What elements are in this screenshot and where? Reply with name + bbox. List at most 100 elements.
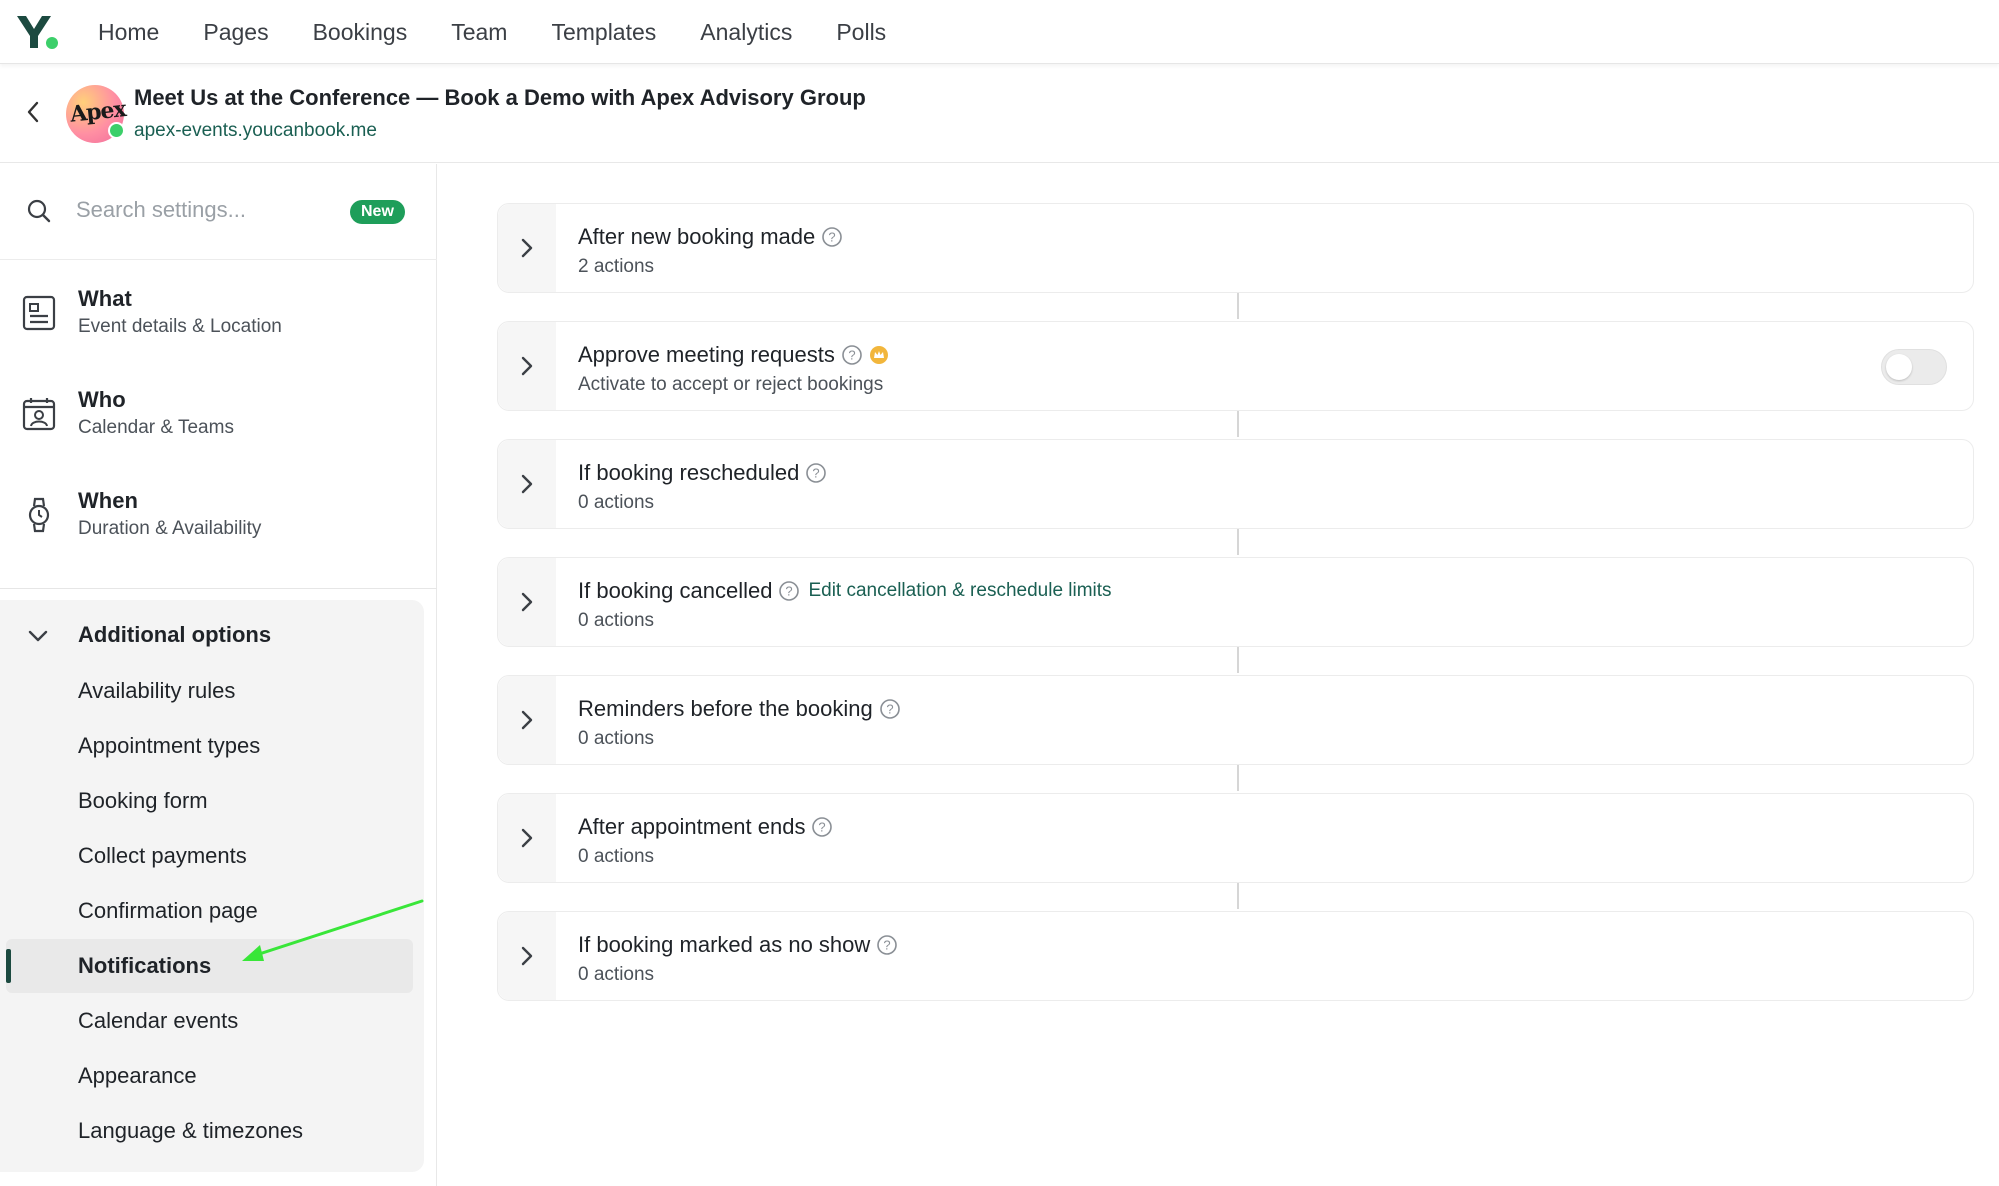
card-title: If booking cancelled (578, 578, 773, 603)
page-title: Meet Us at the Conference — Book a Demo … (134, 85, 866, 110)
svg-text:?: ? (786, 584, 793, 599)
section-title: When (78, 488, 138, 513)
search-icon (27, 199, 51, 223)
notification-card-new-booking[interactable]: After new booking made ? 2 actions (497, 203, 1974, 293)
sidebar-item-notifications[interactable]: Notifications (6, 939, 413, 993)
expand-button[interactable] (498, 204, 556, 292)
nav-templates[interactable]: Templates (551, 19, 656, 46)
sidebar-item-appearance[interactable]: Appearance (6, 1049, 413, 1103)
card-title: Reminders before the booking (578, 696, 873, 721)
sidebar-item-availability-rules[interactable]: Availability rules (6, 664, 413, 718)
svg-text:?: ? (886, 702, 893, 717)
edit-cancellation-limits-link[interactable]: Edit cancellation & reschedule limits (808, 580, 1111, 602)
nav-team[interactable]: Team (451, 19, 507, 46)
expand-button[interactable] (498, 676, 556, 764)
chevron-right-icon (521, 474, 533, 494)
new-badge: New (350, 200, 405, 224)
help-icon[interactable]: ? (811, 816, 833, 838)
notifications-panel: After new booking made ? 2 actions Appro… (438, 164, 1999, 1186)
sidebar-item-appointment-types[interactable]: Appointment types (6, 719, 413, 773)
chevron-right-icon (521, 828, 533, 848)
svg-text:?: ? (819, 820, 826, 835)
sidebar-item-label: Booking form (78, 788, 208, 813)
chevron-left-icon (27, 101, 39, 123)
chevron-right-icon (521, 592, 533, 612)
flow-connector (1237, 292, 1239, 319)
section-title: Who (78, 387, 126, 412)
card-subtitle: 0 actions (578, 492, 655, 513)
notification-card-reminders[interactable]: Reminders before the booking ? 0 actions (497, 675, 1974, 765)
sidebar-section-who[interactable]: Who Calendar & Teams (0, 367, 437, 463)
page-url-link[interactable]: apex-events.youcanbook.me (134, 120, 377, 142)
help-icon[interactable]: ? (805, 462, 827, 484)
help-icon[interactable]: ? (841, 344, 863, 366)
section-subtitle: Calendar & Teams (78, 417, 234, 438)
sidebar-item-label: Notifications (78, 953, 212, 978)
sidebar-item-calendar-events[interactable]: Calendar events (6, 994, 413, 1048)
flow-connector (1237, 882, 1239, 909)
sidebar-section-what[interactable]: What Event details & Location (0, 266, 437, 362)
sidebar-section-when[interactable]: When Duration & Availability (0, 468, 437, 564)
nav-analytics[interactable]: Analytics (700, 19, 792, 46)
page-header: Apex Meet Us at the Conference — Book a … (0, 65, 1999, 163)
card-subtitle: 2 actions (578, 256, 655, 277)
sidebar-item-booking-form[interactable]: Booking form (6, 774, 413, 828)
approve-requests-toggle[interactable] (1881, 349, 1947, 385)
chevron-down-icon (28, 630, 48, 642)
help-icon[interactable]: ? (879, 698, 901, 720)
top-navigation: Home Pages Bookings Team Templates Analy… (0, 0, 1999, 64)
notification-card-approve-requests[interactable]: Approve meeting requests ? Activate to a… (497, 321, 1974, 411)
card-subtitle: Activate to accept or reject bookings (578, 374, 884, 395)
chevron-right-icon (521, 356, 533, 376)
additional-options-title: Additional options (78, 622, 272, 647)
search-settings-input[interactable] (76, 190, 336, 230)
back-button[interactable] (18, 95, 48, 129)
section-subtitle: Event details & Location (78, 316, 282, 337)
svg-text:?: ? (884, 938, 891, 953)
sidebar-item-label: Collect payments (78, 843, 247, 868)
notification-card-rescheduled[interactable]: If booking rescheduled ? 0 actions (497, 439, 1974, 529)
help-icon[interactable]: ? (876, 934, 898, 956)
expand-button[interactable] (498, 322, 556, 410)
chevron-right-icon (521, 946, 533, 966)
nav-bookings[interactable]: Bookings (313, 19, 408, 46)
card-title: After appointment ends (578, 814, 806, 839)
sidebar-item-collect-payments[interactable]: Collect payments (6, 829, 413, 883)
sidebar-item-language-timezones[interactable]: Language & timezones (6, 1104, 413, 1158)
expand-button[interactable] (498, 794, 556, 882)
additional-options-group: Additional options Availability rules Ap… (0, 600, 424, 1172)
help-icon[interactable]: ? (821, 226, 843, 248)
sidebar-divider (0, 588, 437, 589)
expand-button[interactable] (498, 558, 556, 646)
notification-card-cancelled[interactable]: If booking cancelled ? Edit cancellation… (497, 557, 1974, 647)
expand-button[interactable] (498, 440, 556, 528)
help-icon[interactable]: ? (778, 580, 800, 602)
flow-connector (1237, 764, 1239, 791)
event-details-icon (22, 295, 56, 331)
sidebar-item-label: Language & timezones (78, 1118, 304, 1143)
expand-button[interactable] (498, 912, 556, 1000)
svg-text:?: ? (848, 348, 855, 363)
sidebar-item-label: Appearance (78, 1063, 197, 1088)
chevron-right-icon (521, 710, 533, 730)
notification-card-no-show[interactable]: If booking marked as no show ? 0 actions (497, 911, 1974, 1001)
sidebar-item-confirmation-page[interactable]: Confirmation page (6, 884, 413, 938)
svg-text:?: ? (829, 230, 836, 245)
section-subtitle: Duration & Availability (78, 518, 262, 539)
calendar-person-icon (22, 398, 56, 431)
nav-pages[interactable]: Pages (203, 19, 268, 46)
card-subtitle: 0 actions (578, 846, 655, 867)
nav-polls[interactable]: Polls (836, 19, 886, 46)
additional-options-toggle[interactable]: Additional options (0, 600, 424, 670)
status-online-dot (108, 122, 125, 139)
sidebar-item-label: Appointment types (78, 733, 261, 758)
premium-crown-icon (869, 346, 888, 364)
youcanbook-logo[interactable] (14, 12, 62, 52)
card-title: If booking marked as no show (578, 932, 871, 957)
notification-card-after-appointment[interactable]: After appointment ends ? 0 actions (497, 793, 1974, 883)
nav-home[interactable]: Home (98, 19, 159, 46)
card-subtitle: 0 actions (578, 610, 655, 631)
svg-text:?: ? (813, 466, 820, 481)
card-title: If booking rescheduled (578, 460, 800, 485)
sidebar-item-label: Confirmation page (78, 898, 258, 923)
